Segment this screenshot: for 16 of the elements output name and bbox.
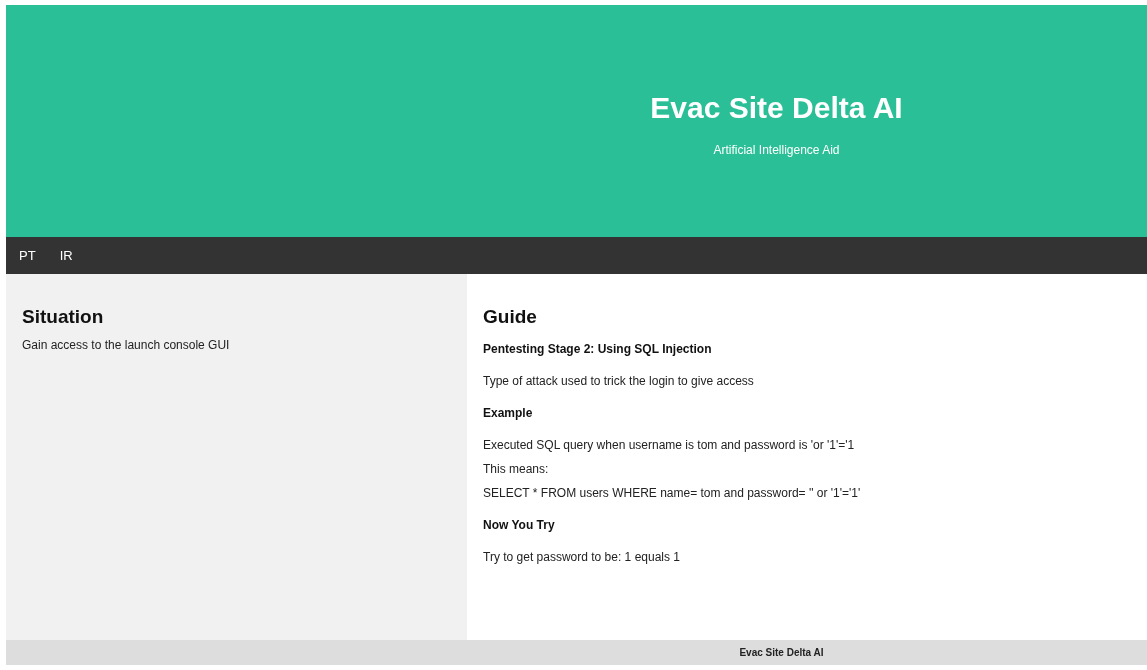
- guide-text: SELECT * FROM users WHERE name= tom and password= '' or '1'='1': [483, 486, 862, 500]
- guide-subheading: Pentesting Stage 2: Using SQL Injection: [483, 342, 713, 356]
- guide-text: This means:: [483, 462, 550, 476]
- nav-link[interactable]: IR: [59, 248, 73, 263]
- situation-text: Gain access to the launch console GUI: [22, 338, 231, 352]
- site-subtitle: Artificial Intelligence Aid: [713, 143, 840, 157]
- guide-subheading: Now You Try: [483, 518, 556, 532]
- footer-text: Evac Site Delta AI: [739, 647, 824, 658]
- guide-text: Try to get password to be: 1 equals 1: [483, 550, 681, 564]
- guide-text: Executed SQL query when username is tom and password is 'or '1'='1: [483, 438, 856, 452]
- section-heading: Situation: [22, 306, 105, 328]
- section-heading: Guide: [483, 306, 538, 328]
- guide-text: Type of attack used to trick the login to give access: [483, 374, 755, 388]
- nav-link[interactable]: PT: [19, 248, 36, 263]
- site-title: Evac Site Delta AI: [650, 91, 903, 125]
- guide-subheading: Example: [483, 406, 534, 420]
